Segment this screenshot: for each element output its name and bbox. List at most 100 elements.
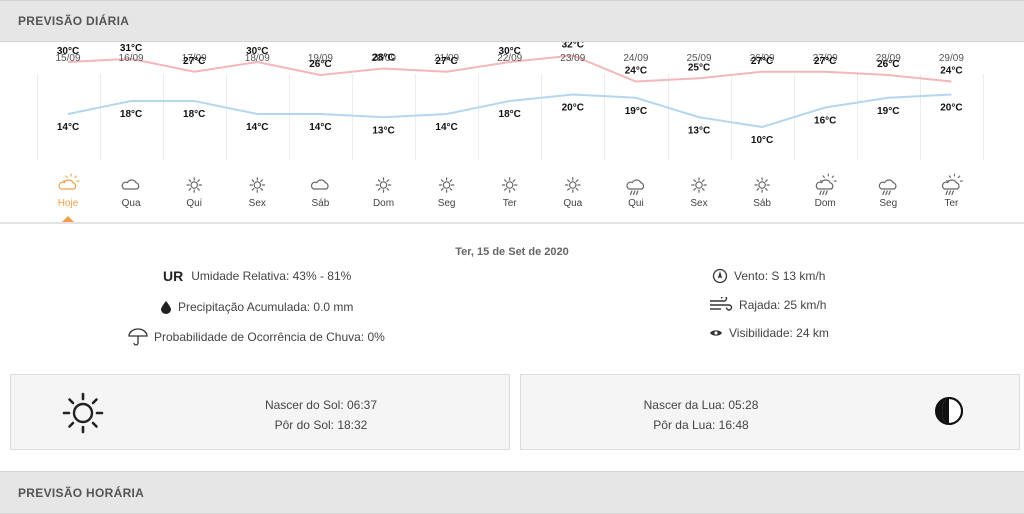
gust-text: Rajada: 25 km/h [739,298,827,312]
max-temp-label: 30°C [246,46,268,57]
cloud-rain-icon [878,179,897,196]
daily-forecast-title: PREVISÃO DIÁRIA [18,14,130,28]
visibility-row: Visibilidade: 24 km [709,326,829,340]
min-temp-label: 18°C [183,109,205,120]
max-temp-label: 31°C [120,43,142,54]
min-temp-label: 14°C [309,122,331,133]
day-column[interactable]: 16/0931°C 18°C Qua [119,43,144,209]
weekday-label: Qui [186,198,202,209]
min-temp-label: 10°C [751,135,773,146]
min-temp-label: 14°C [246,122,268,133]
daily-forecast-header: PREVISÃO DIÁRIA [0,0,1024,42]
precipitation-text: Precipitação Acumulada: 0.0 mm [178,300,354,314]
weekday-label: Seg [879,198,897,209]
sunrise-text: Nascer do Sol: 06:37 [264,398,378,412]
max-temp-label: 24°C [940,66,962,77]
moon-times-card: Nascer da Lua: 05:28 Pôr da Lua: 16:48 [520,374,1020,450]
weekday-label: Hoje [58,198,79,209]
day-date: 29/09 [939,53,964,64]
gust-row: Rajada: 25 km/h [709,297,826,313]
max-temp-label: 28°C [372,53,394,64]
cloud-icon [121,179,140,190]
max-temp-label: 32°C [562,42,584,51]
weekday-label: Qua [122,198,141,209]
weekday-label: Ter [944,198,959,209]
weekday-label: Dom [373,198,394,209]
day-column[interactable]: 21/0927°C14°CSeg [434,53,459,209]
min-temp-label: 20°C [562,103,584,114]
wind-text: Vento: S 13 km/h [734,269,826,283]
day-column[interactable]: 19/0926°C14°CSáb [308,53,333,209]
moonrise-text: Nascer da Lua: 05:28 [643,398,759,412]
sunset-text: Pôr do Sol: 18:32 [274,418,368,432]
sun-icon [249,177,266,193]
sun-icon [61,391,105,440]
min-temp-label: 14°C [57,122,79,133]
humidity-text: Umidade Relativa: 43% - 81% [191,269,352,283]
min-temp-label: 20°C [940,103,962,114]
day-tab-divider [0,222,1024,224]
raindrop-icon [160,300,172,314]
weekday-label: Qua [563,198,582,209]
day-column[interactable]: 23/09 32°C 20°C Qua [560,42,585,209]
cloud-sun-icon [58,173,80,190]
max-temp-label: 30°C [499,46,521,57]
day-column[interactable]: 22/0930°C18°CTer [497,46,522,209]
sun-icon [375,177,392,193]
weekday-label: Qui [628,198,644,209]
moon-times: Nascer da Lua: 05:28 Pôr da Lua: 16:48 [591,395,811,435]
day-column[interactable]: 27/0927°C16°CDom [813,53,838,209]
min-temp-label: 18°C [499,109,521,120]
day-column[interactable]: 29/09 24°C 20°C Ter [939,53,964,209]
rain-probability-row: Probabilidade de Ocorrência de Chuva: 0% [128,328,385,346]
humidity-row: UR Umidade Relativa: 43% - 81% [163,268,351,284]
max-temp-label: 27°C [435,56,457,67]
min-temp-label: 18°C [120,109,142,120]
day-date: 24/09 [623,53,648,64]
sun-icon [186,177,202,193]
max-temp-label: 27°C [751,56,773,67]
max-temp-label: 25°C [688,62,710,73]
day-date: 23/09 [560,53,585,64]
sun-icon [691,177,707,193]
day-column[interactable]: 20/0928°C13°CDom [371,53,396,210]
weekday-label: Seg [438,198,456,209]
min-temp-label: 13°C [372,125,394,136]
weekday-label: Sex [690,198,707,209]
min-temp-label: 14°C [435,122,457,133]
day-column[interactable]: 17/0927°C18°CQui [182,53,207,209]
min-temp-label: 16°C [814,116,836,127]
cloud-rain-icon [626,179,645,196]
weekday-label: Sáb [753,198,771,209]
sun-icon [564,177,581,193]
forecast-chart: 15/0930°C14°CHoje16/0931°C18°CQua17/0927… [37,42,984,222]
compass-icon [712,268,728,284]
max-temp-label: 27°C [814,56,836,67]
wind-row: Vento: S 13 km/h [712,268,825,284]
min-temp-label: 19°C [877,106,899,117]
max-temp-label: 27°C [183,56,205,67]
weekday-label: Sáb [312,198,330,209]
weekday-label: Ter [503,198,518,209]
max-temp-label: 30°C [57,46,79,57]
sun-cloud-rain-icon [815,173,837,196]
cloud-icon [310,179,329,190]
max-temp-label: 24°C [625,66,647,77]
sun-cloud-rain-icon [941,173,963,196]
day-column[interactable]: 24/09 24°C 19°C Qui [623,53,648,209]
day-column[interactable]: 26/0927°C10°CSáb [750,53,775,209]
day-date: 16/09 [119,53,144,64]
min-temp-label: 19°C [625,106,647,117]
day-column[interactable]: 15/0930°C14°CHoje [55,46,81,222]
day-column[interactable]: 18/0930°C14°CSex [245,46,270,209]
weekday-label: Sex [249,198,266,209]
rain-probability-text: Probabilidade de Ocorrência de Chuva: 0% [154,330,385,344]
sun-times: Nascer do Sol: 06:37 Pôr do Sol: 18:32 [211,395,431,435]
sun-icon [754,177,770,193]
moon-phase-icon [933,395,965,432]
precipitation-row: Precipitação Acumulada: 0.0 mm [160,300,353,314]
sun-icon [501,177,518,193]
sun-times-card: Nascer do Sol: 06:37 Pôr do Sol: 18:32 [10,374,510,450]
umbrella-icon [128,328,148,346]
sun-icon [438,177,455,193]
